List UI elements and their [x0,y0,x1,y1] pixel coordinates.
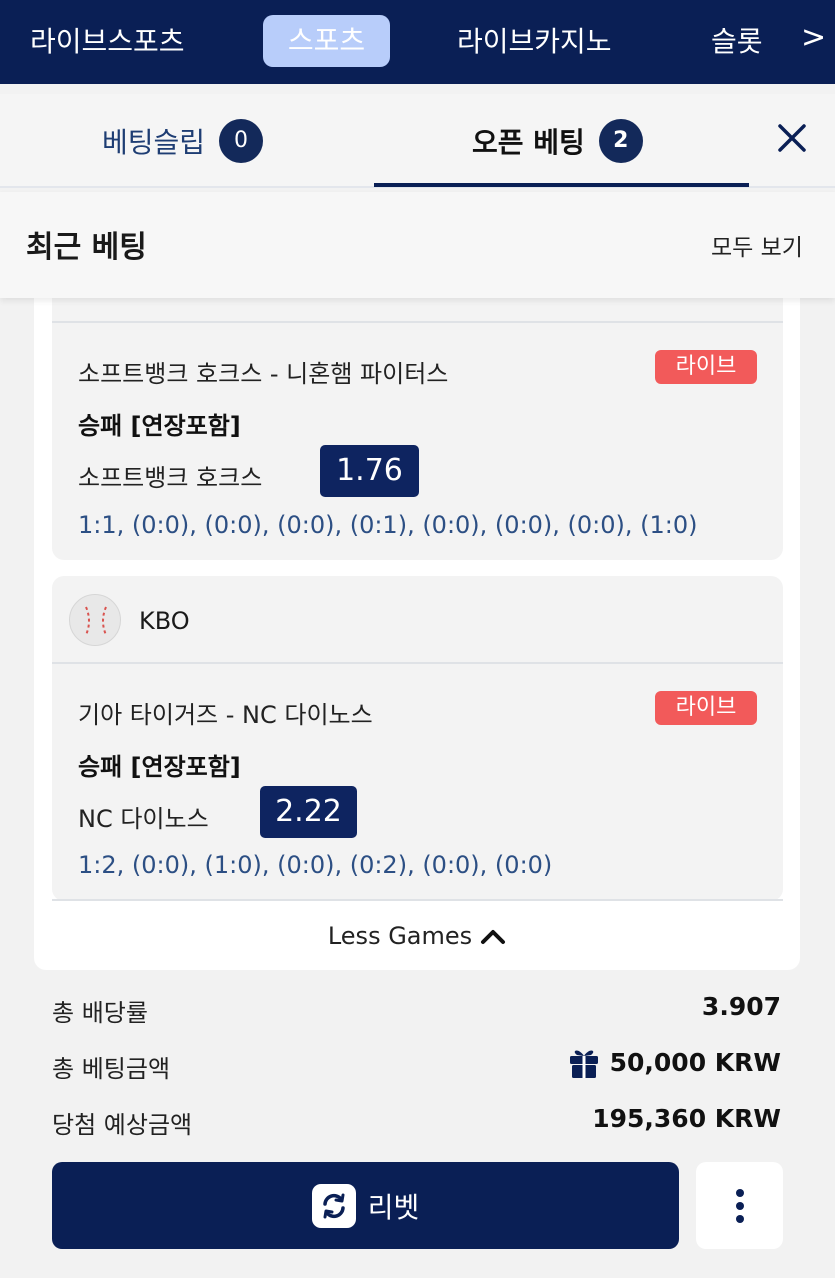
match-name: 소프트뱅크 호크스 - 니혼햄 파이터스 [78,360,449,388]
chevron-up-icon [481,930,506,944]
odds-value: 1.76 [320,445,419,497]
total-odds-text: 3.907 [701,992,781,1021]
market-name: 승패 [연장포함] [78,753,241,781]
total-stake-label: 총 베팅금액 [52,1055,171,1083]
score-line: 1:2, (0:0), (1:0), (0:0), (0:2), (0:0), … [78,851,553,879]
total-odds-value: 3.907 [702,992,781,1021]
potential-win-value: 195,360 KRW [592,1104,781,1133]
tab-open-bets-label: 오픈 베팅 [472,126,585,159]
tab-open-bets[interactable]: 오픈 베팅 2 [472,94,643,188]
nav-live-sports[interactable]: 라이브스포츠 [30,0,185,84]
refresh-icon [311,1183,356,1228]
divider [52,662,783,664]
betslip-count-badge: 0 [219,119,264,163]
total-odds-label: 총 배당률 [52,999,148,1027]
nav-live-casino[interactable]: 라이브카지노 [457,0,612,84]
gift-icon [569,1050,598,1078]
nav-sports[interactable]: 스포츠 [263,15,390,67]
recent-bets-header: 최근 베팅 모두 보기 [0,192,835,298]
close-icon[interactable] [774,120,810,156]
potential-win-text: 195,360 KRW [592,1104,781,1133]
more-vertical-icon [735,1188,744,1197]
rebet-button[interactable]: 리벳 [52,1162,679,1249]
market-name: 승패 [연장포함] [78,412,241,440]
live-badge: 라이브 [655,350,757,384]
league-name: KBO [139,607,190,635]
see-all-link[interactable]: 모두 보기 [711,228,803,262]
total-stake-value: 50,000 KRW [568,1045,781,1079]
less-games-button[interactable]: Less Games [34,903,800,969]
tab-betslip[interactable]: 베팅슬립 0 [102,94,264,188]
more-options-button[interactable] [696,1162,783,1249]
score-line: 1:1, (0:0), (0:0), (0:0), (0:1), (0:0), … [78,511,698,539]
recent-bets-title: 최근 베팅 [26,230,147,265]
rebet-label: 리벳 [367,1190,420,1224]
nav-next-icon[interactable]: > [801,20,826,55]
odds-value: 2.22 [260,786,357,838]
bottom-edge [0,1266,835,1278]
nav-slots[interactable]: 슬롯 [711,0,763,84]
top-nav: 라이브스포츠 스포츠 라이브카지노 슬롯 > [0,0,835,84]
divider [52,321,783,323]
bet-tabs: 베팅슬립 0 오픈 베팅 2 [0,94,835,188]
pick-name: NC 다이노스 [78,805,209,833]
baseball-icon [69,594,121,646]
potential-win-label: 당첨 예상금액 [52,1111,193,1139]
match-name: 기아 타이거즈 - NC 다이노스 [78,701,373,729]
total-stake-text: 50,000 KRW [609,1047,781,1077]
pick-name: 소프트뱅크 호크스 [78,464,263,492]
divider [52,899,783,901]
active-tab-indicator [374,183,749,187]
tab-betslip-label: 베팅슬립 [102,126,206,159]
live-badge: 라이브 [655,691,757,725]
less-games-label: Less Games [327,922,473,950]
open-bets-count-badge: 2 [598,119,643,163]
